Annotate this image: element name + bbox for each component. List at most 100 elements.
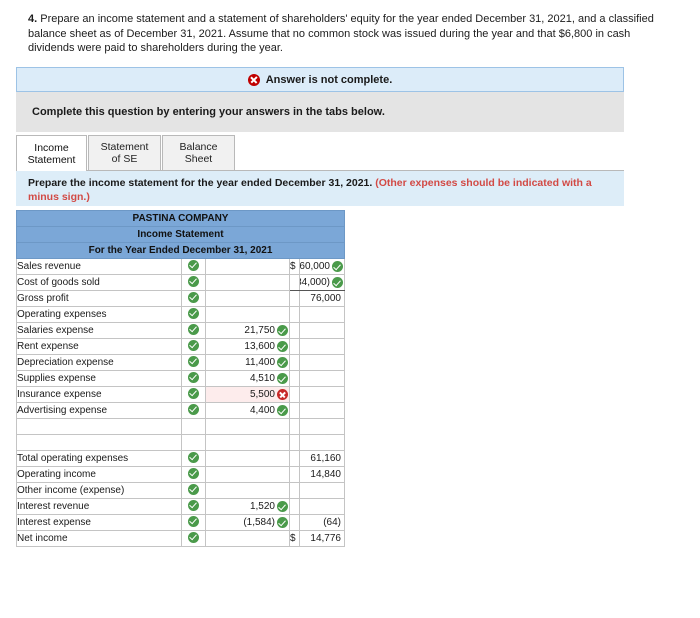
correct-check-icon bbox=[277, 341, 288, 352]
row-label-cell[interactable]: Operating income bbox=[16, 466, 182, 483]
row-label-cell[interactable]: Cost of goods sold bbox=[16, 274, 182, 291]
amount-column-2-cell[interactable]: 14,776 bbox=[299, 530, 345, 547]
worksheet-title-cell: PASTINA COMPANY bbox=[16, 210, 345, 227]
row-label-cell[interactable]: Interest revenue bbox=[16, 498, 182, 515]
correct-check-icon bbox=[277, 517, 288, 528]
row-label-cell[interactable] bbox=[16, 434, 182, 451]
instruction-text: Complete this question by entering your … bbox=[32, 106, 385, 118]
amount-column-1-cell[interactable]: 4,400 bbox=[205, 402, 290, 419]
amount-column-1-cell[interactable] bbox=[205, 290, 290, 307]
amount-column-1-value: 21,750 bbox=[244, 325, 275, 336]
amount-column-1-cell[interactable] bbox=[205, 482, 290, 499]
task-instruction-text: Prepare the income statement for the yea… bbox=[28, 177, 376, 189]
currency-symbol-cell bbox=[289, 402, 300, 419]
row-label-cell[interactable]: Rent expense bbox=[16, 338, 182, 355]
row-label-cell[interactable]: Total operating expenses bbox=[16, 450, 182, 467]
amount-column-1-cell[interactable] bbox=[205, 418, 290, 435]
amount-column-1-cell[interactable] bbox=[205, 466, 290, 483]
correct-check-icon bbox=[188, 499, 199, 511]
amount-column-1-cell[interactable]: (1,584) bbox=[205, 514, 290, 531]
worksheet-row: Cost of goods sold (84,000) bbox=[16, 274, 345, 291]
worksheet-row: Net income $14,776 bbox=[16, 530, 345, 547]
currency-symbol-cell bbox=[289, 370, 300, 387]
amount-column-2-cell[interactable]: (64) bbox=[299, 514, 345, 531]
row-label-grade-cell bbox=[181, 466, 206, 483]
task-instruction-bar: Prepare the income statement for the yea… bbox=[16, 171, 624, 206]
amount-column-1-cell[interactable]: 11,400 bbox=[205, 354, 290, 371]
amount-column-2-cell[interactable]: (84,000) bbox=[299, 274, 345, 291]
amount-column-2-cell[interactable] bbox=[299, 418, 345, 435]
row-label-cell[interactable]: Salaries expense bbox=[16, 322, 182, 339]
amount-column-1-value: 4,400 bbox=[249, 405, 275, 416]
correct-check-icon bbox=[188, 531, 199, 543]
row-label-cell[interactable]: Interest expense bbox=[16, 514, 182, 531]
amount-column-2-cell[interactable] bbox=[299, 370, 345, 387]
amount-column-1-cell[interactable] bbox=[205, 450, 290, 467]
amount-column-2-cell[interactable] bbox=[299, 354, 345, 371]
row-label-grade-cell bbox=[181, 530, 206, 547]
row-label-cell[interactable]: Net income bbox=[16, 530, 182, 547]
amount-column-2-cell[interactable] bbox=[299, 386, 345, 403]
row-label-cell[interactable]: Other income (expense) bbox=[16, 482, 182, 499]
amount-column-1-cell[interactable]: 5,500 bbox=[205, 386, 290, 403]
currency-symbol-cell bbox=[289, 386, 300, 403]
correct-check-icon bbox=[332, 277, 343, 288]
amount-column-1-cell[interactable] bbox=[205, 274, 290, 291]
amount-column-1-cell[interactable] bbox=[205, 434, 290, 451]
row-label-cell[interactable] bbox=[16, 418, 182, 435]
amount-column-1-cell[interactable] bbox=[205, 306, 290, 323]
row-label-grade-cell bbox=[181, 290, 206, 307]
correct-check-icon bbox=[188, 371, 199, 383]
amount-column-1-cell[interactable]: 1,520 bbox=[205, 498, 290, 515]
currency-symbol-cell bbox=[289, 322, 300, 339]
amount-column-2-cell[interactable] bbox=[299, 322, 345, 339]
row-label-grade-cell bbox=[181, 354, 206, 371]
amount-column-1-cell[interactable] bbox=[205, 258, 290, 275]
amount-column-2-value: (64) bbox=[323, 517, 341, 528]
amount-column-2-cell[interactable]: 76,000 bbox=[299, 290, 345, 307]
amount-column-1-cell[interactable]: 4,510 bbox=[205, 370, 290, 387]
correct-check-icon bbox=[332, 261, 343, 272]
amount-column-2-cell[interactable]: 14,840 bbox=[299, 466, 345, 483]
tab-income-statement[interactable]: Income Statement bbox=[16, 135, 87, 171]
row-label-grade-cell bbox=[181, 370, 206, 387]
row-label-cell[interactable]: Insurance expense bbox=[16, 386, 182, 403]
row-label-cell[interactable]: Sales revenue bbox=[16, 258, 182, 275]
amount-column-2-cell[interactable] bbox=[299, 306, 345, 323]
correct-check-icon bbox=[188, 259, 199, 271]
tab-balance-sheet[interactable]: Balance Sheet bbox=[162, 135, 235, 170]
row-label-grade-cell bbox=[181, 434, 206, 451]
amount-column-1-cell[interactable]: 13,600 bbox=[205, 338, 290, 355]
amount-column-2-cell[interactable]: 61,160 bbox=[299, 450, 345, 467]
amount-column-2-cell[interactable] bbox=[299, 482, 345, 499]
worksheet-row: Total operating expenses 61,160 bbox=[16, 450, 345, 467]
amount-column-2-cell[interactable] bbox=[299, 402, 345, 419]
correct-check-icon bbox=[188, 403, 199, 415]
amount-column-1-cell[interactable] bbox=[205, 530, 290, 547]
row-label-cell[interactable]: Depreciation expense bbox=[16, 354, 182, 371]
row-label-cell[interactable]: Gross profit bbox=[16, 290, 182, 307]
amount-column-2-cell[interactable] bbox=[299, 434, 345, 451]
amount-column-1-cell[interactable]: 21,750 bbox=[205, 322, 290, 339]
row-label-grade-cell bbox=[181, 338, 206, 355]
amount-column-1-value: 11,400 bbox=[245, 357, 275, 368]
row-label-cell[interactable]: Advertising expense bbox=[16, 402, 182, 419]
row-label-grade-cell bbox=[181, 322, 206, 339]
tab-bar: Income Statement Statement of SE Balance… bbox=[16, 135, 624, 171]
worksheet-title-cell: For the Year Ended December 31, 2021 bbox=[16, 242, 345, 259]
worksheet-row: Insurance expense 5,500 bbox=[16, 386, 345, 403]
tab-statement-of-se[interactable]: Statement of SE bbox=[88, 135, 161, 170]
row-label-grade-cell bbox=[181, 258, 206, 275]
row-label-cell[interactable]: Operating expenses bbox=[16, 306, 182, 323]
currency-symbol-cell bbox=[289, 498, 300, 515]
amount-column-2-cell[interactable] bbox=[299, 338, 345, 355]
row-label-cell[interactable]: Supplies expense bbox=[16, 370, 182, 387]
currency-symbol-cell bbox=[289, 290, 300, 307]
correct-check-icon bbox=[188, 451, 199, 463]
row-label-grade-cell bbox=[181, 402, 206, 419]
amount-column-2-cell[interactable]: 160,000 bbox=[299, 258, 345, 275]
correct-check-icon bbox=[188, 515, 199, 527]
income-statement-worksheet: PASTINA COMPANY Income Statement For the Y… bbox=[16, 210, 345, 547]
amount-column-2-cell[interactable] bbox=[299, 498, 345, 515]
correct-check-icon bbox=[188, 483, 199, 495]
